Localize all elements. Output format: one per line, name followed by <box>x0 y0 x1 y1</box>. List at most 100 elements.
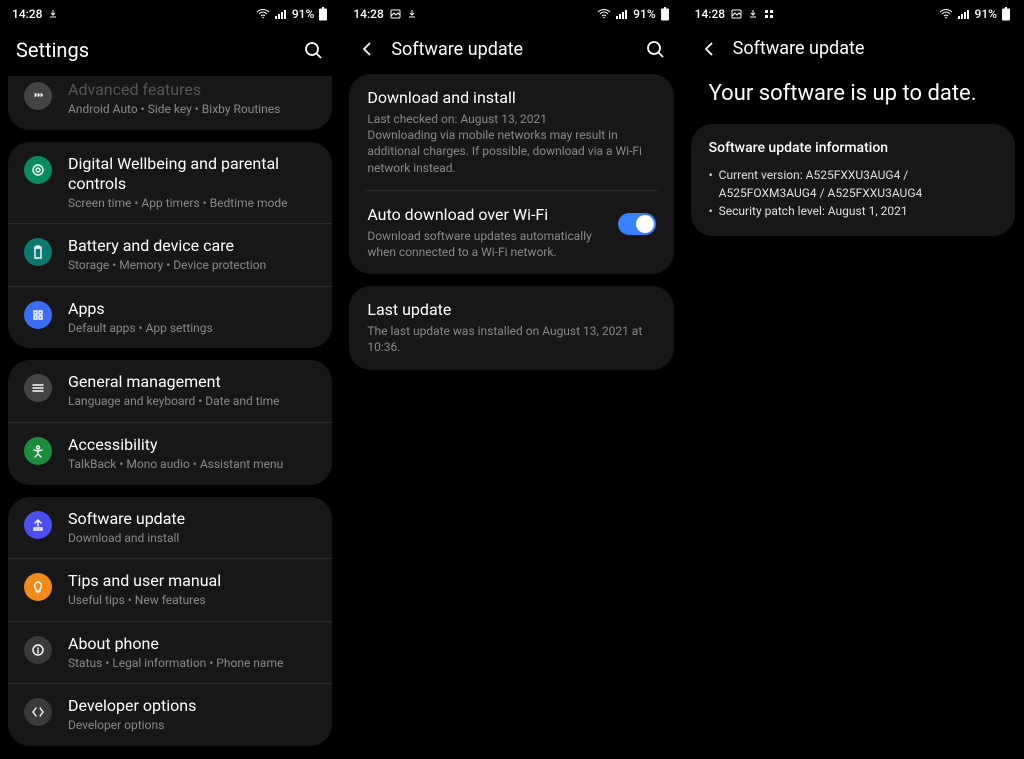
wellbeing-icon <box>24 156 52 184</box>
accessibility-icon <box>24 437 52 465</box>
dev-icon <box>24 698 52 726</box>
back-button[interactable] <box>699 39 719 59</box>
settings-item-desc: Storage • Memory • Device protection <box>68 258 316 274</box>
image-icon <box>390 9 401 19</box>
settings-item[interactable]: Advanced features Android Auto • Side key… <box>8 76 332 130</box>
battery-icon <box>1001 7 1011 21</box>
status-bar: 14:28 91% <box>341 0 681 28</box>
settings-group: Software update Download and install Tips … <box>8 497 332 746</box>
signal-icon <box>957 9 971 19</box>
settings-item-title: General management <box>68 372 316 392</box>
settings-item-desc: Android Auto • Side key • Bixby Routines <box>68 102 316 118</box>
signal-icon <box>274 9 288 19</box>
settings-item[interactable]: Tips and user manual Useful tips • New fe… <box>8 558 332 621</box>
battery-text: 91% <box>292 7 314 21</box>
auto-download-title: Auto download over Wi-Fi <box>367 205 605 224</box>
settings-header: Settings <box>0 28 340 76</box>
settings-item-title: Tips and user manual <box>68 571 316 591</box>
last-update-card[interactable]: Last update The last update was installe… <box>349 286 673 369</box>
settings-item-title: About phone <box>68 634 316 654</box>
battery-text: 91% <box>975 7 997 21</box>
settings-item[interactable]: Software update Download and install <box>8 497 332 559</box>
settings-screen: 14:28 91% Settings Advanced features Andr… <box>0 0 341 759</box>
page-title: Settings <box>16 38 288 62</box>
settings-item[interactable]: About phone Status • Legal information • … <box>8 621 332 684</box>
settings-item-title: Developer options <box>68 696 316 716</box>
settings-item[interactable]: Accessibility TalkBack • Mono audio • Ass… <box>8 422 332 485</box>
update-header: Software update <box>341 28 681 74</box>
auto-download-desc: Download software updates automatically … <box>367 228 605 260</box>
info-line: Current version: A525FXXU3AUG4 / A525FOX… <box>709 166 997 202</box>
status-time: 14:28 <box>353 7 383 21</box>
software-update-result-screen: 14:28 91% Software update Your software … <box>683 0 1024 759</box>
settings-group: General management Language and keyboard … <box>8 360 332 484</box>
status-bar: 14:28 91% <box>0 0 340 28</box>
auto-download-toggle[interactable] <box>618 213 656 235</box>
divider <box>365 190 657 191</box>
dots-icon <box>24 82 52 110</box>
settings-item-title: Digital Wellbeing and parental controls <box>68 154 316 194</box>
settings-item-desc: Download and install <box>68 531 316 547</box>
download-install-item[interactable]: Download and install Last checked on: Au… <box>367 88 655 176</box>
settings-item-title: Software update <box>68 509 316 529</box>
wifi-icon <box>939 9 953 19</box>
result-header: Software update <box>683 28 1023 73</box>
settings-item-desc: Language and keyboard • Date and time <box>68 394 316 410</box>
settings-item-title: Accessibility <box>68 435 316 455</box>
page-title: Software update <box>733 38 1007 59</box>
settings-item-desc: Developer options <box>68 718 316 734</box>
download-icon <box>748 9 758 19</box>
settings-item-desc: Screen time • App timers • Bedtime mode <box>68 196 316 212</box>
settings-item[interactable]: Developer options Developer options <box>8 683 332 746</box>
settings-item-desc: Status • Legal information • Phone name <box>68 656 316 672</box>
last-update-title: Last update <box>367 300 655 319</box>
tips-icon <box>24 573 52 601</box>
info-line: Security patch level: August 1, 2021 <box>709 202 997 220</box>
battery-text: 91% <box>633 7 655 21</box>
download-icon <box>407 9 417 19</box>
settings-item-desc: TalkBack • Mono audio • Assistant menu <box>68 457 316 473</box>
wifi-icon <box>256 9 270 19</box>
settings-list[interactable]: Advanced features Android Auto • Side key… <box>0 76 340 759</box>
settings-item-desc: Useful tips • New features <box>68 593 316 609</box>
settings-group: Digital Wellbeing and parental controls S… <box>8 142 332 349</box>
update-content: Download and install Last checked on: Au… <box>341 74 681 759</box>
page-title: Software update <box>391 39 629 60</box>
signal-icon <box>615 9 629 19</box>
battery-icon <box>318 7 328 21</box>
up-to-date-text: Your software is up to date. <box>691 73 1015 124</box>
info-header: Software update information <box>709 140 997 156</box>
settings-item[interactable]: Apps Default apps • App settings <box>8 286 332 349</box>
settings-group: Advanced features Android Auto • Side key… <box>8 76 332 130</box>
download-warning-text: Downloading via mobile networks may resu… <box>367 127 655 176</box>
status-time: 14:28 <box>695 7 725 21</box>
software-update-screen: 14:28 91% Software update Download and i… <box>341 0 682 759</box>
settings-item[interactable]: General management Language and keyboard … <box>8 360 332 422</box>
back-button[interactable] <box>357 39 377 59</box>
status-time: 14:28 <box>12 7 42 21</box>
update-icon <box>24 511 52 539</box>
settings-item-title: Battery and device care <box>68 236 316 256</box>
settings-item-desc: Default apps • App settings <box>68 321 316 337</box>
sliders-icon <box>24 374 52 402</box>
settings-item[interactable]: Battery and device care Storage • Memory … <box>8 223 332 286</box>
search-button[interactable] <box>644 38 666 60</box>
download-install-title: Download and install <box>367 88 655 107</box>
image-icon <box>731 9 742 19</box>
last-checked-text: Last checked on: August 13, 2021 <box>367 111 655 127</box>
result-content: Your software is up to date. Software up… <box>683 73 1023 759</box>
settings-item-title: Apps <box>68 299 316 319</box>
auto-download-item[interactable]: Auto download over Wi-Fi Download softwa… <box>367 205 655 260</box>
last-update-desc: The last update was installed on August … <box>367 323 655 355</box>
info-icon <box>24 636 52 664</box>
status-bar: 14:28 91% <box>683 0 1023 28</box>
battery-icon <box>24 238 52 266</box>
settings-item-title: Advanced features <box>68 80 316 100</box>
apps-icon <box>24 301 52 329</box>
search-button[interactable] <box>302 39 324 61</box>
battery-icon <box>660 7 670 21</box>
download-install-card: Download and install Last checked on: Au… <box>349 74 673 274</box>
apps-status-icon <box>764 9 774 19</box>
settings-item[interactable]: Digital Wellbeing and parental controls S… <box>8 142 332 224</box>
wifi-icon <box>597 9 611 19</box>
